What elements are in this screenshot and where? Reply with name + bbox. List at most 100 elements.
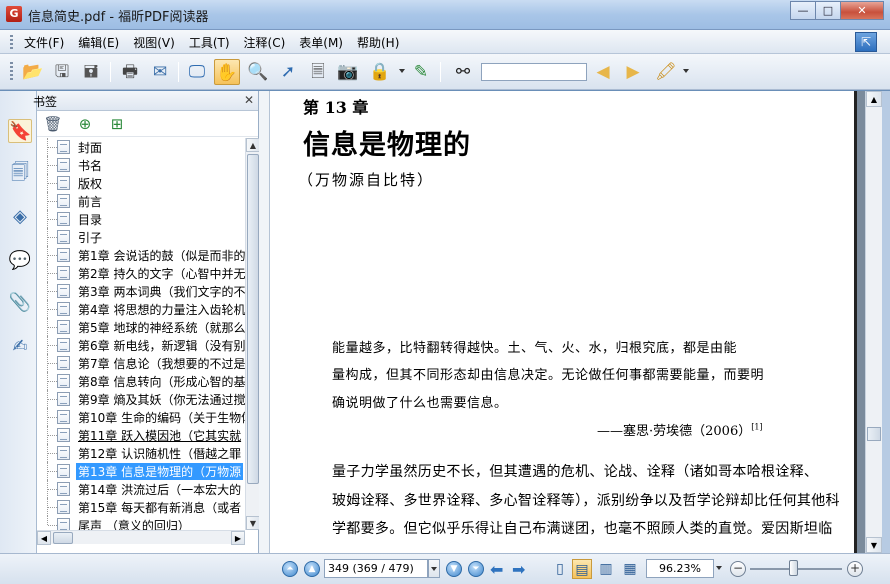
go-forward-icon[interactable]: ➡ <box>512 560 525 579</box>
bookmark-item[interactable]: 第4章 将思想的力量注入齿轮机 <box>37 300 245 318</box>
menu-view[interactable]: 视图(V) <box>133 34 175 51</box>
pages-panel-icon[interactable]: 🗐 <box>8 161 32 185</box>
bookmark-item[interactable]: 书名 <box>37 156 245 174</box>
document-vertical-scrollbar[interactable]: ▲ ▼ <box>865 91 882 553</box>
find-binoculars-icon[interactable]: ⚯ <box>450 59 476 85</box>
page-dropdown-arrow[interactable] <box>428 559 440 578</box>
scroll-right-arrow-icon[interactable]: ▶ <box>231 531 245 545</box>
title-bar: G 信息简史.pdf - 福昕PDF阅读器 — □ ✕ <box>0 0 890 30</box>
bookmark-item[interactable]: 第1章 会说话的鼓（似是而非的 <box>37 246 245 264</box>
snapshot-icon[interactable]: 📷 <box>335 59 361 85</box>
rms-dropdown-arrow[interactable] <box>399 69 405 73</box>
bookmark-vertical-scrollbar[interactable]: ▲ ▼ <box>245 138 260 530</box>
bookmark-item[interactable]: 第8章 信息转向（形成心智的基 <box>37 372 245 390</box>
zoom-out-button[interactable]: − <box>730 561 746 577</box>
bookmark-label: 第3章 两本词典（我们文字的不 <box>78 285 245 299</box>
zoom-level-input[interactable]: 96.23% <box>646 559 714 578</box>
bookmark-item[interactable]: 目录 <box>37 210 245 228</box>
rms-lock-icon[interactable]: 🔒 <box>367 59 393 85</box>
layers-panel-icon[interactable]: ◈ <box>8 205 32 229</box>
maximize-button[interactable]: □ <box>815 1 841 20</box>
page-number-input[interactable]: 349 (369 / 479) <box>324 559 428 578</box>
scroll-thumb[interactable] <box>867 427 881 441</box>
find-prev-icon[interactable]: ◀ <box>590 59 616 85</box>
bookmark-item[interactable]: 引子 <box>37 228 245 246</box>
bookmark-item-selected[interactable]: 第13章 信息是物理的（万物源 <box>37 462 245 480</box>
document-view[interactable]: 第 13 章 信息是物理的 （万物源自比特） 能量越多，比特翻转得越快。土、气、… <box>270 91 865 553</box>
scroll-down-arrow-icon[interactable]: ▼ <box>246 516 260 530</box>
bookmark-item[interactable]: 第11章 跃入模因池（它其实就 <box>37 426 245 444</box>
scroll-left-arrow-icon[interactable]: ◀ <box>37 531 51 545</box>
save-icon[interactable]: 🖫 <box>49 59 75 85</box>
hand-tool-icon[interactable]: ✋ <box>214 59 240 85</box>
bookmark-item[interactable]: 第3章 两本词典（我们文字的不 <box>37 282 245 300</box>
scroll-up-arrow-icon[interactable]: ▲ <box>246 138 260 152</box>
bookmark-item[interactable]: 版权 <box>37 174 245 192</box>
bookmark-item[interactable]: 前言 <box>37 192 245 210</box>
bookmarks-panel-icon[interactable]: 🔖 <box>8 119 32 143</box>
bookmark-item[interactable]: 封面 <box>37 138 245 156</box>
print-icon[interactable]: 🖶 <box>117 59 143 85</box>
bookmark-horizontal-scrollbar[interactable]: ◀ ▶ <box>37 530 245 545</box>
bookmark-item[interactable]: 第7章 信息论（我想要的不过是 <box>37 354 245 372</box>
scroll-down-arrow-icon[interactable]: ▼ <box>866 537 882 553</box>
bookmark-item[interactable]: 第15章 每天都有新消息（或者 <box>37 498 245 516</box>
close-button[interactable]: ✕ <box>840 1 884 20</box>
bookmark-item[interactable]: 第10章 生命的编码（关于生物体 <box>37 408 245 426</box>
zoom-tool-icon[interactable]: 🔍 <box>245 59 271 85</box>
comments-panel-icon[interactable]: 💬 <box>8 249 32 273</box>
delete-bookmark-icon[interactable]: 🗑 <box>43 114 63 134</box>
continuous-facing-view-icon[interactable]: ▦ <box>620 559 640 579</box>
bookmark-item[interactable]: 第6章 新电线，新逻辑（没有别 <box>37 336 245 354</box>
scroll-thumb[interactable] <box>247 154 259 484</box>
menu-form[interactable]: 表单(M) <box>299 34 343 51</box>
menu-file[interactable]: 文件(F) <box>24 34 64 51</box>
go-back-icon[interactable]: ⬅ <box>490 560 503 579</box>
bookmark-item[interactable]: 尾声 （意义的回归） <box>37 516 245 530</box>
bookmark-label: 第6章 新电线，新逻辑（没有别 <box>78 339 245 353</box>
sign-icon[interactable]: ✎ <box>408 59 434 85</box>
email-icon[interactable]: ✉ <box>147 59 173 85</box>
continuous-view-icon[interactable]: ▤ <box>572 559 592 579</box>
next-page-icon[interactable]: ▼ <box>446 561 462 577</box>
add-bookmark-icon[interactable]: ⊕ <box>75 114 95 134</box>
find-input[interactable] <box>481 63 587 81</box>
find-next-icon[interactable]: ▶ <box>620 59 646 85</box>
text-select-icon[interactable]: 🗏 <box>305 59 331 85</box>
zoom-in-button[interactable]: + <box>847 561 863 577</box>
restore-layout-icon[interactable]: ⇱ <box>855 32 877 52</box>
bookmark-item[interactable]: 第12章 认识随机性（僭越之罪 <box>37 444 245 462</box>
attachments-panel-icon[interactable]: 📎 <box>8 291 32 315</box>
scroll-up-arrow-icon[interactable]: ▲ <box>866 91 882 107</box>
open-folder-icon[interactable]: 📂 <box>20 59 46 85</box>
fullscreen-icon[interactable]: 🖵 <box>184 59 210 85</box>
menu-edit[interactable]: 编辑(E) <box>78 34 119 51</box>
panel-splitter[interactable] <box>259 91 270 553</box>
add-child-bookmark-icon[interactable]: ⊞ <box>107 114 127 134</box>
save-all-icon[interactable]: 🖬 <box>78 59 104 85</box>
footnote-ref[interactable]: [1] <box>751 423 762 432</box>
bookmark-panel-close-button[interactable]: ✕ <box>244 93 254 107</box>
single-page-view-icon[interactable]: ▯ <box>550 559 570 579</box>
highlight-icon[interactable]: 🖍 <box>653 59 679 85</box>
bookmark-item[interactable]: 第5章 地球的神经系统（就那么 <box>37 318 245 336</box>
menubar-grip[interactable] <box>10 35 13 49</box>
select-tool-icon[interactable]: ➚ <box>275 59 301 85</box>
signatures-panel-icon[interactable]: ✍ <box>8 335 32 359</box>
zoom-slider-thumb[interactable] <box>789 560 798 576</box>
last-page-icon[interactable]: ⏷ <box>468 561 484 577</box>
previous-page-icon[interactable]: ▲ <box>304 561 320 577</box>
menu-comment[interactable]: 注释(C) <box>244 34 286 51</box>
minimize-button[interactable]: — <box>790 1 816 20</box>
zoom-dropdown-arrow[interactable] <box>716 566 722 570</box>
facing-view-icon[interactable]: ▥ <box>596 559 616 579</box>
scroll-thumb[interactable] <box>53 532 73 544</box>
bookmark-item[interactable]: 第9章 熵及其妖（你无法通过搅 <box>37 390 245 408</box>
first-page-icon[interactable]: ⏶ <box>282 561 298 577</box>
bookmark-item[interactable]: 第2章 持久的文字（心智中并无 <box>37 264 245 282</box>
bookmark-item[interactable]: 第14章 洪流过后（一本宏大的 <box>37 480 245 498</box>
menu-tools[interactable]: 工具(T) <box>189 34 230 51</box>
menu-help[interactable]: 帮助(H) <box>357 34 399 51</box>
highlight-dropdown-arrow[interactable] <box>683 69 689 73</box>
toolbar-grip[interactable] <box>10 62 13 82</box>
